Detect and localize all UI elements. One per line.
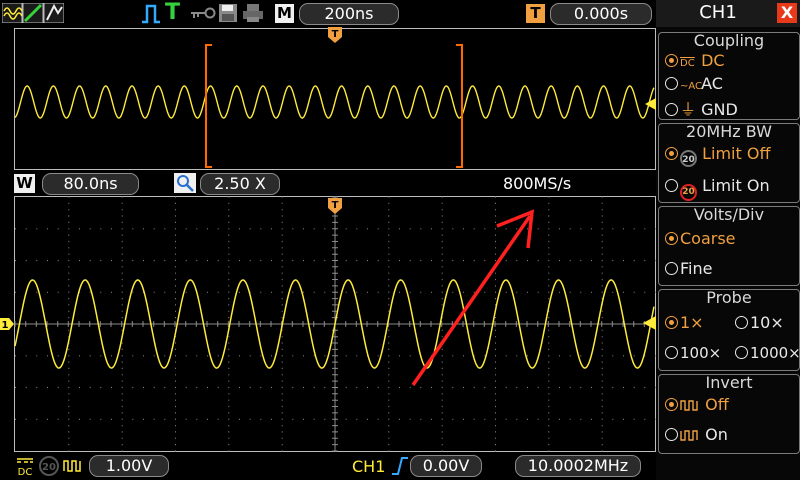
- timebase-readout: 200ns: [299, 3, 399, 25]
- invert-on-option[interactable]: On: [665, 425, 728, 444]
- coupling-ac-option[interactable]: ~AC AC: [665, 74, 723, 93]
- channel1-ground-marker[interactable]: 1: [0, 316, 14, 332]
- key-lock-icon: [191, 7, 216, 19]
- radio-unselected-icon: [665, 262, 678, 275]
- volts-fine-option[interactable]: Fine: [665, 259, 712, 278]
- invert-off-icon: [680, 400, 698, 411]
- svg-text:T: T: [332, 200, 339, 211]
- ch1-menu-panel: CH1 X Coupling DC DC ~AC AC ⏚ GND 20MHz …: [656, 0, 800, 480]
- bw-20-limited-icon: 20: [680, 184, 697, 201]
- trigger-level-readout: 0.00V: [410, 455, 482, 477]
- coupling-title: Coupling: [693, 31, 765, 50]
- trigger-status-icon: T: [165, 0, 181, 25]
- overview-trace: [14, 85, 655, 119]
- probe-100x-option[interactable]: 100×: [665, 344, 721, 362]
- ac-symbol-icon: ~AC: [680, 81, 703, 92]
- frequency-readout: 10.0002MHz: [515, 455, 641, 477]
- display-mode-icons: [2, 3, 64, 23]
- ground-symbol-icon: ⏚: [680, 100, 697, 119]
- svg-text:T: T: [332, 29, 339, 40]
- bw-limit-icon: 20: [39, 456, 59, 476]
- invert-section: Invert Off On: [658, 373, 800, 454]
- probe-section: Probe 1× 10× 100× 1000×: [658, 288, 800, 371]
- panel-title: CH1: [699, 2, 737, 23]
- main-trigger-marker[interactable]: T: [328, 198, 342, 215]
- radio-selected-icon: [665, 147, 678, 160]
- volts-div-title: Volts/Div: [693, 205, 765, 224]
- window-right-bracket[interactable]: [456, 44, 463, 168]
- radio-unselected-icon: [735, 316, 748, 329]
- probe-title: Probe: [706, 288, 752, 307]
- overview-trigger-marker: T: [328, 27, 342, 43]
- menu-label-m: M: [275, 4, 294, 23]
- annotation-arrow-head: [496, 209, 535, 249]
- radio-unselected-icon: [665, 179, 678, 192]
- rising-edge-icon: [392, 457, 408, 475]
- radio-unselected-icon: [665, 346, 678, 359]
- radio-unselected-icon: [665, 428, 678, 441]
- bandwidth-title: 20MHz BW: [686, 122, 772, 141]
- bw-limit-off-option[interactable]: 20 Limit Off: [665, 144, 770, 167]
- bw-limit-on-option[interactable]: 20 Limit On: [665, 176, 770, 201]
- zoom-readout: 2.50 X: [200, 173, 280, 195]
- wave-mode-icon[interactable]: [2, 3, 23, 23]
- window-label-w: W: [14, 174, 35, 193]
- save-icon[interactable]: [218, 3, 238, 23]
- roll-mode-icon[interactable]: [22, 3, 44, 23]
- window-time-readout: 80.0ns: [42, 173, 139, 195]
- overview-waveform: [14, 44, 656, 168]
- invert-off-option[interactable]: Off: [665, 395, 729, 414]
- probe-10x-option[interactable]: 10×: [735, 313, 784, 332]
- print-icon[interactable]: [242, 3, 264, 23]
- bandwidth-section: 20MHz BW 20 Limit Off 20 Limit On: [658, 122, 800, 203]
- probe-1000x-option[interactable]: 1000×: [735, 344, 800, 362]
- volts-div-section: Volts/Div Coarse Fine: [658, 205, 800, 286]
- radio-unselected-icon: [735, 346, 748, 359]
- bw-20-icon: 20: [680, 150, 697, 167]
- dc-symbol-icon: DC: [680, 58, 695, 69]
- probe-1x-option[interactable]: 1×: [665, 313, 704, 332]
- panel-header: CH1 X: [656, 0, 800, 27]
- trigger-position-readout: 0.000s: [550, 3, 652, 25]
- svg-text:DC: DC: [18, 467, 33, 477]
- status-bar: DC 20 1.00V CH1 0.00V 10.0002MHz: [0, 452, 656, 480]
- dc-coupling-icon: DC: [17, 458, 33, 477]
- zoom-icon: [174, 173, 196, 193]
- sample-rate-readout: 800MS/s: [503, 174, 572, 193]
- coupling-section: Coupling DC DC ~AC AC ⏚ GND: [658, 31, 800, 120]
- window-left-bracket[interactable]: [205, 44, 212, 168]
- volts-coarse-option[interactable]: Coarse: [665, 229, 736, 248]
- radio-unselected-icon: [665, 77, 678, 90]
- radio-selected-icon: [665, 232, 678, 245]
- svg-text:1: 1: [2, 320, 9, 331]
- trigger-position-icon: T: [526, 4, 545, 23]
- pulse-trigger-icon[interactable]: [140, 3, 162, 25]
- radio-unselected-icon: [665, 103, 678, 116]
- coupling-dc-option[interactable]: DC DC: [665, 51, 725, 70]
- svg-text:20: 20: [42, 462, 56, 473]
- radio-selected-icon: [665, 316, 678, 329]
- trigger-source-label: CH1: [352, 457, 386, 476]
- close-button[interactable]: X: [777, 3, 797, 23]
- radio-selected-icon: [665, 54, 678, 67]
- top-toolbar: T M 200ns T 0.000s: [0, 0, 656, 27]
- invert-on-icon: [680, 430, 698, 441]
- invert-title: Invert: [705, 373, 753, 392]
- ch1-volts-readout: 1.00V: [89, 455, 169, 477]
- annotation-arrow: [411, 215, 532, 386]
- invert-off-icon: [63, 460, 81, 472]
- radio-selected-icon: [665, 398, 678, 411]
- coupling-gnd-option[interactable]: ⏚ GND: [665, 96, 738, 120]
- persist-mode-icon[interactable]: [43, 3, 64, 23]
- main-waveform: [14, 196, 656, 452]
